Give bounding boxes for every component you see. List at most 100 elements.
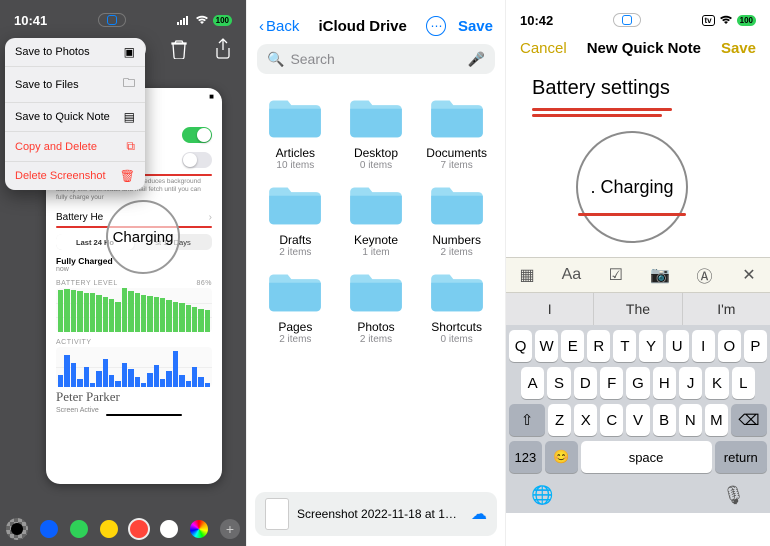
key-i[interactable]: I — [692, 330, 715, 362]
key-e[interactable]: E — [561, 330, 584, 362]
key-b[interactable]: B — [653, 404, 676, 436]
folder-pages[interactable]: Pages 2 items — [257, 268, 334, 345]
key-l[interactable]: L — [732, 367, 755, 399]
suggestion-3[interactable]: I'm — [683, 293, 770, 325]
folder-count: 1 item — [338, 247, 415, 258]
key-k[interactable]: K — [705, 367, 728, 399]
emoji-key[interactable]: 😊 — [545, 441, 578, 473]
document-bar[interactable]: Screenshot 2022-11-18 at 10.40.2… ☁︎ — [255, 492, 497, 536]
trash-icon[interactable] — [168, 38, 190, 60]
status-time: 10:42 — [520, 13, 553, 28]
red-line — [532, 114, 662, 117]
folder-name: Photos — [338, 320, 415, 334]
folder-count: 10 items — [257, 160, 334, 171]
folder-documents[interactable]: Documents 7 items — [418, 94, 495, 171]
folder-count: 2 items — [418, 247, 495, 258]
menu-save-to-files[interactable]: Save to Files🗀 — [5, 67, 145, 103]
close-icon[interactable]: ✕ — [736, 265, 762, 285]
mic-icon[interactable]: 🎤 — [468, 51, 485, 68]
share-icon[interactable] — [212, 38, 234, 60]
suggestion-2[interactable]: The — [594, 293, 682, 325]
key-h[interactable]: H — [653, 367, 676, 399]
backspace-key[interactable]: ⌫ — [731, 404, 767, 436]
nav-title: iCloud Drive — [318, 18, 406, 35]
key-m[interactable]: M — [705, 404, 728, 436]
cancel-button[interactable]: Cancel — [520, 40, 567, 57]
activity-graph — [56, 347, 212, 387]
globe-icon[interactable]: 🌐 — [531, 485, 553, 506]
save-button[interactable]: Save — [458, 18, 493, 35]
magnifier-embed: . Charging — [568, 127, 708, 247]
menu-save-to-photos[interactable]: Save to Photos▣ — [5, 38, 145, 67]
checklist-icon[interactable]: ☑︎ — [603, 265, 629, 285]
folder-shortcuts[interactable]: Shortcuts 0 items — [418, 268, 495, 345]
key-v[interactable]: V — [626, 404, 649, 436]
key-q[interactable]: Q — [509, 330, 532, 362]
menu-copy-and-delete[interactable]: Copy and Delete⧉ — [5, 132, 145, 162]
color-blue[interactable] — [40, 520, 58, 538]
markup-icon[interactable]: Ⓐ — [692, 263, 718, 287]
folder-drafts[interactable]: Drafts 2 items — [257, 181, 334, 258]
battery-level-graph — [56, 288, 212, 332]
color-white[interactable] — [160, 520, 178, 538]
low-power-toggle — [182, 152, 212, 168]
key-o[interactable]: O — [718, 330, 741, 362]
return-key[interactable]: return — [715, 441, 767, 473]
folder-name: Articles — [257, 146, 334, 160]
key-s[interactable]: S — [547, 367, 570, 399]
table-icon[interactable]: ▦ — [514, 265, 540, 285]
wifi-icon — [719, 15, 733, 25]
key-u[interactable]: U — [666, 330, 689, 362]
magnifier-circle: Charging — [106, 200, 180, 274]
space-key[interactable]: space — [581, 441, 712, 473]
color-yellow[interactable] — [100, 520, 118, 538]
opacity-picker[interactable] — [6, 518, 28, 540]
folder-icon — [427, 181, 487, 229]
numeric-key[interactable]: 123 — [509, 441, 542, 473]
key-n[interactable]: N — [679, 404, 702, 436]
folder-photos[interactable]: Photos 2 items — [338, 268, 415, 345]
suggestion-1[interactable]: I — [506, 293, 594, 325]
back-button[interactable]: ‹ Back — [259, 18, 299, 35]
folder-keynote[interactable]: Keynote 1 item — [338, 181, 415, 258]
key-y[interactable]: Y — [639, 330, 662, 362]
key-f[interactable]: F — [600, 367, 623, 399]
menu-delete-screenshot[interactable]: Delete Screenshot🗑 — [5, 162, 145, 190]
folder-count: 0 items — [338, 160, 415, 171]
key-t[interactable]: T — [613, 330, 636, 362]
search-bar[interactable]: 🔍 Search 🎤 — [257, 44, 495, 74]
activity-header: ACTIVITY — [56, 339, 92, 346]
key-c[interactable]: C — [600, 404, 623, 436]
folder-desktop[interactable]: Desktop 0 items — [338, 94, 415, 171]
camera-icon[interactable]: 📷 — [647, 265, 673, 285]
save-button[interactable]: Save — [721, 40, 756, 57]
note-canvas[interactable]: Battery settings . Charging — [506, 67, 770, 257]
battery-health-label: Battery He — [56, 212, 103, 223]
menu-save-to-quick-note[interactable]: Save to Quick Note▤ — [5, 103, 145, 132]
key-x[interactable]: X — [574, 404, 597, 436]
note-heading: Battery settings — [532, 77, 744, 100]
dictation-icon[interactable]: 🎙 — [722, 485, 745, 506]
magnifier-text: . Charging — [590, 177, 673, 198]
key-w[interactable]: W — [535, 330, 558, 362]
color-green[interactable] — [70, 520, 88, 538]
add-button[interactable]: + — [220, 519, 240, 539]
folder-articles[interactable]: Articles 10 items — [257, 94, 334, 171]
battery-icon: 100 — [213, 15, 232, 26]
key-p[interactable]: P — [744, 330, 767, 362]
key-j[interactable]: J — [679, 367, 702, 399]
folder-name: Numbers — [418, 233, 495, 247]
shift-key[interactable]: ⇧ — [509, 404, 545, 436]
color-wheel[interactable] — [190, 520, 208, 538]
key-r[interactable]: R — [587, 330, 610, 362]
key-d[interactable]: D — [574, 367, 597, 399]
color-red[interactable] — [130, 520, 148, 538]
key-g[interactable]: G — [626, 367, 649, 399]
more-button[interactable]: ⋯ — [426, 16, 446, 36]
copy-icon: ⧉ — [126, 139, 135, 154]
folder-name: Keynote — [338, 233, 415, 247]
folder-numbers[interactable]: Numbers 2 items — [418, 181, 495, 258]
key-z[interactable]: Z — [548, 404, 571, 436]
key-a[interactable]: A — [521, 367, 544, 399]
textformat-icon[interactable]: Aa — [558, 266, 584, 284]
